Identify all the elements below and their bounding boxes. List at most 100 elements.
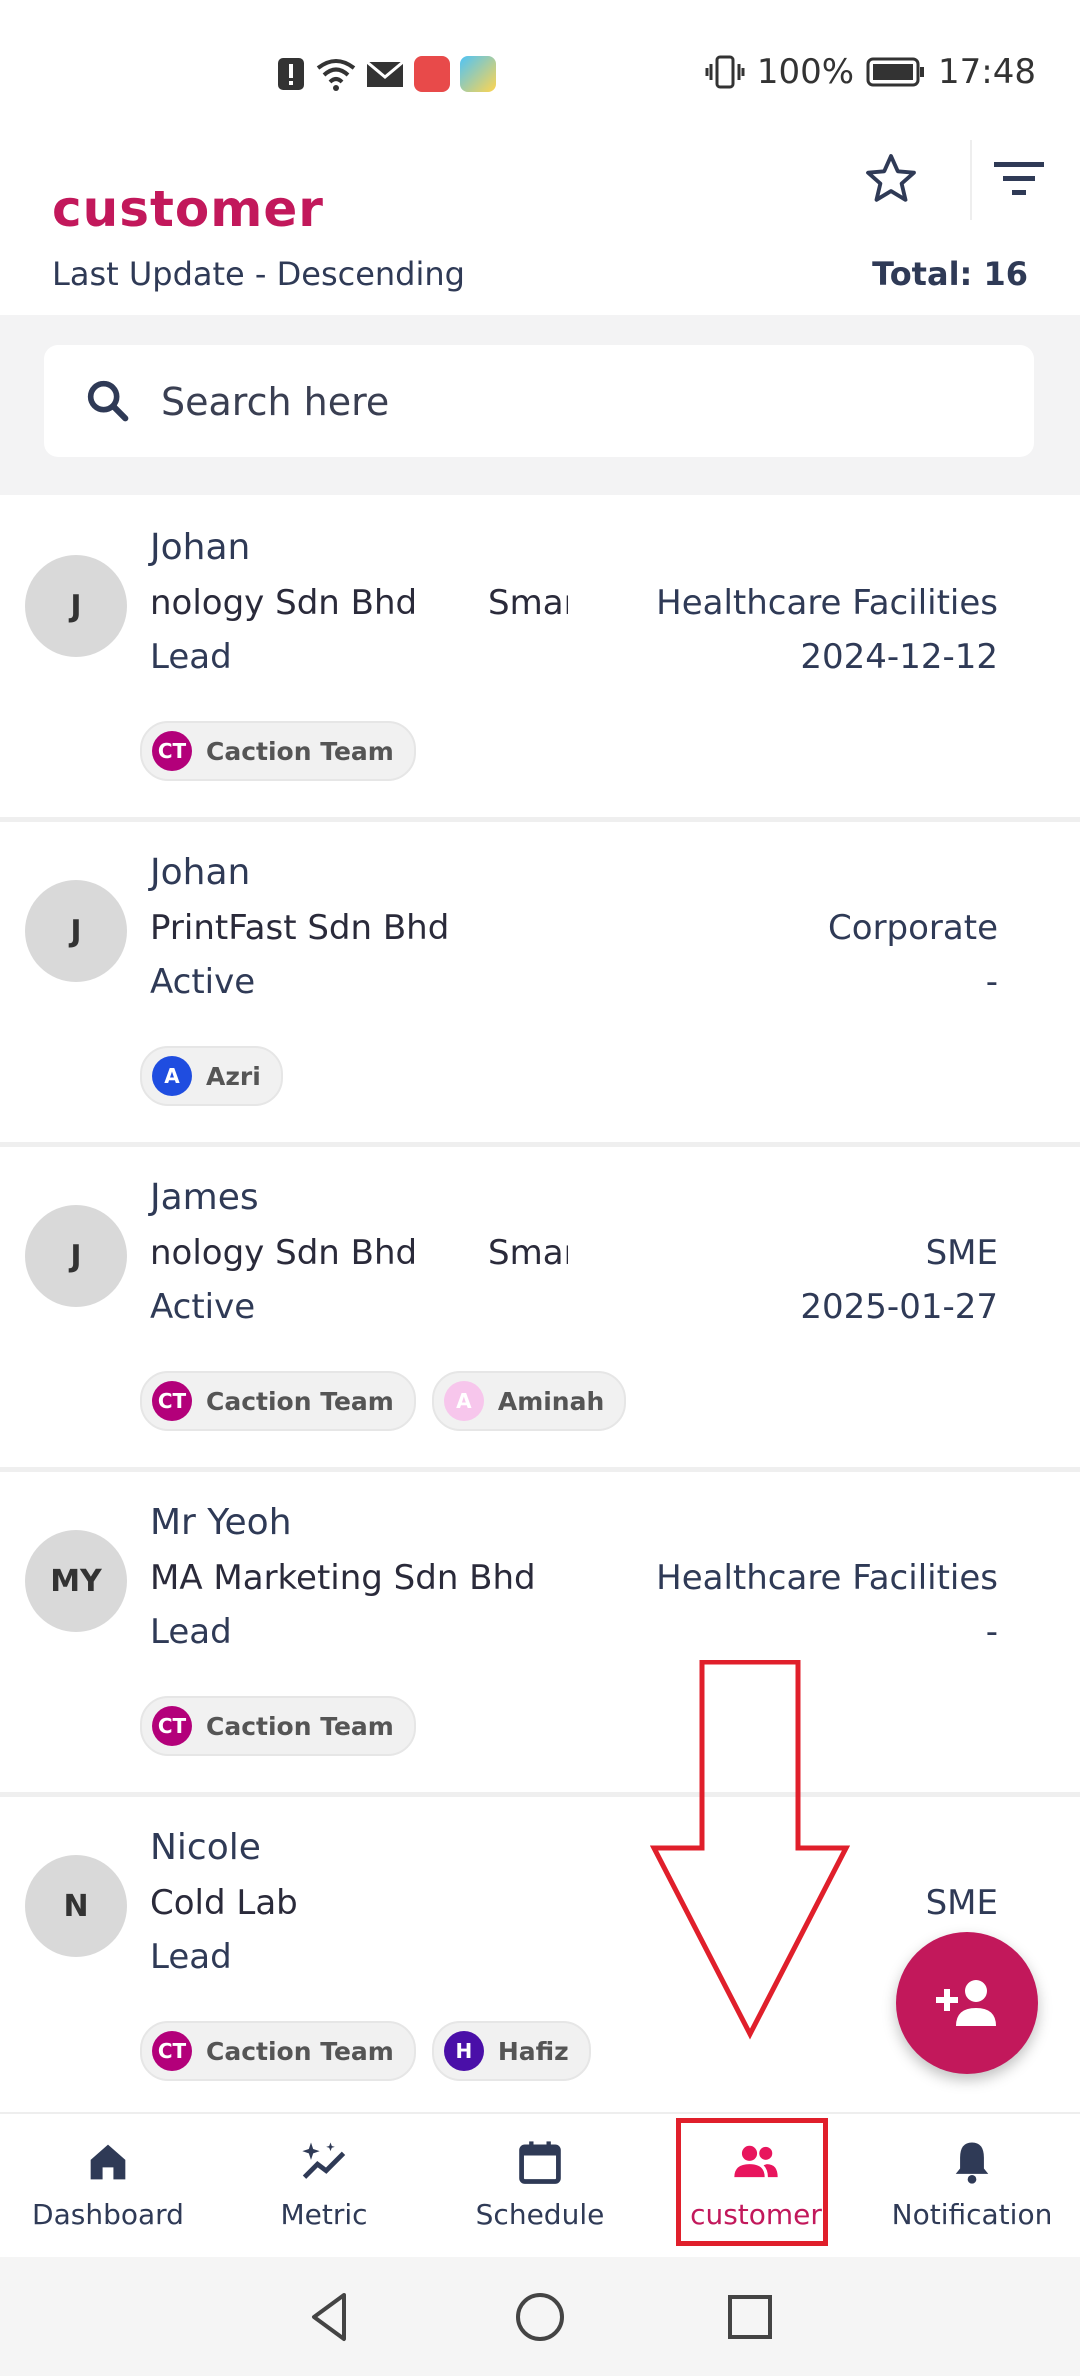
assignee-label: Caction Team — [206, 736, 394, 766]
assignee-chip: CT Caction Team — [140, 2021, 416, 2081]
assignee-avatar: CT — [152, 1706, 192, 1746]
home-circle-icon[interactable] — [510, 2287, 570, 2347]
nav-item-notification[interactable]: Notification — [864, 2114, 1080, 2259]
calendar-icon — [519, 2141, 561, 2184]
wifi-icon — [316, 59, 356, 91]
battery-icon — [866, 57, 925, 87]
recents-icon[interactable] — [720, 2287, 780, 2347]
customer-company-extra: Smaı — [488, 1233, 568, 1273]
customer-status: Active — [150, 1287, 256, 1327]
annotation-arrow — [650, 1660, 850, 2040]
nav-item-schedule[interactable]: Schedule — [432, 2114, 648, 2259]
customer-company: Cold Lab — [150, 1883, 298, 1923]
assignee-chips: CT Caction Team H Hafiz — [140, 2021, 591, 2081]
customer-status: Lead — [150, 637, 232, 677]
search-box[interactable] — [44, 345, 1034, 457]
customer-date: - — [985, 1612, 998, 1652]
back-icon[interactable] — [300, 2287, 360, 2347]
nav-label: Notification — [891, 2198, 1053, 2231]
nav-label: Dashboard — [32, 2198, 184, 2231]
customer-card[interactable]: MY Mr Yeoh MA Marketing Sdn Bhd Healthca… — [0, 1472, 1080, 1797]
assignee-label: Azri — [206, 1061, 261, 1091]
customer-status: Active — [150, 962, 256, 1002]
customer-industry: SME — [925, 1883, 998, 1923]
status-icons-right: 100% 17:48 — [705, 52, 1036, 92]
customer-industry: Healthcare Facilities — [656, 1558, 998, 1598]
bell-icon — [955, 2142, 989, 2184]
sort-label[interactable]: Last Update - Descending — [52, 255, 465, 293]
customer-status: Lead — [150, 1612, 232, 1652]
assignee-avatar: H — [443, 2031, 484, 2071]
customer-card[interactable]: J Johan nology Sdn Bhd Smaı Healthcare F… — [0, 497, 1080, 822]
customer-company-extra: Smaı — [488, 583, 568, 623]
add-person-icon — [936, 1980, 996, 2026]
header-divider — [970, 140, 972, 220]
sparkle-chart-icon — [302, 2142, 346, 2179]
search-icon — [87, 380, 129, 422]
assignee-label: Aminah — [497, 1386, 605, 1416]
mail-icon — [366, 60, 404, 87]
alert-icon — [278, 58, 304, 90]
customer-industry: Corporate — [828, 908, 998, 948]
customer-name: Nicole — [150, 1827, 261, 1868]
home-icon — [90, 2144, 126, 2180]
assignee-chip: A Aminah — [431, 1371, 627, 1431]
assignee-avatar: A — [443, 1381, 484, 1421]
system-navigation — [0, 2257, 1080, 2376]
customer-status: Lead — [150, 1937, 232, 1977]
add-customer-button[interactable] — [896, 1932, 1038, 2074]
nav-item-metric[interactable]: Metric — [216, 2114, 432, 2259]
nav-item-dashboard[interactable]: Dashboard — [0, 2114, 216, 2259]
star-icon — [866, 154, 916, 202]
assignee-avatar: A — [152, 1056, 192, 1096]
customer-industry: Healthcare Facilities — [656, 583, 998, 623]
status-bar: 100% 17:48 — [0, 0, 1080, 150]
customer-name: James — [150, 1177, 259, 1218]
customer-date: 2024-12-12 — [800, 637, 998, 677]
assignee-avatar: CT — [152, 1381, 192, 1421]
assignee-chip: A Azri — [140, 1046, 283, 1106]
customer-name: Johan — [150, 527, 251, 568]
assignee-chips: CT Caction Team A Aminah — [140, 1371, 627, 1431]
assignee-avatar: CT — [152, 731, 192, 771]
assignee-label: Caction Team — [206, 1386, 394, 1416]
avatar: J — [25, 1205, 127, 1307]
nav-label: Metric — [280, 2198, 368, 2231]
assignee-chips: A Azri — [140, 1046, 283, 1106]
favorite-button[interactable] — [862, 150, 920, 208]
page-title: customer — [52, 180, 324, 238]
customer-name: Johan — [150, 852, 251, 893]
customer-card[interactable]: J Johan PrintFast Sdn Bhd Corporate Acti… — [0, 822, 1080, 1147]
assignee-chip: CT Caction Team — [140, 1371, 416, 1431]
avatar: J — [25, 880, 127, 982]
customer-name: Mr Yeoh — [150, 1502, 292, 1543]
avatar: N — [25, 1855, 127, 1957]
total-count: Total: 16 — [872, 255, 1028, 293]
filter-icon — [994, 162, 1044, 195]
customer-industry: SME — [925, 1233, 998, 1273]
assignee-chips: CT Caction Team — [140, 721, 416, 781]
nav-label: Schedule — [475, 2198, 605, 2231]
assignee-chips: CT Caction Team — [140, 1696, 416, 1756]
filter-button[interactable] — [990, 150, 1050, 208]
clock: 17:48 — [938, 52, 1036, 92]
avatar: J — [25, 555, 127, 657]
search-section — [0, 315, 1080, 495]
assignee-chip: H Hafiz — [431, 2021, 591, 2081]
customer-company: PrintFast Sdn Bhd — [150, 908, 450, 948]
avatar: MY — [25, 1530, 127, 1632]
bottom-navigation: Dashboard Metric Schedule customer Notif… — [0, 2112, 1080, 2259]
customer-card[interactable]: J James nology Sdn Bhd Smaı SME Active 2… — [0, 1147, 1080, 1472]
battery-percent: 100% — [756, 52, 855, 92]
assignee-label: Caction Team — [206, 1711, 394, 1741]
status-icons-left — [276, 56, 496, 92]
vibrate-icon — [705, 55, 745, 89]
search-input[interactable] — [159, 365, 1003, 439]
assignee-avatar: CT — [152, 2031, 192, 2071]
assignee-label: Hafiz — [497, 2036, 569, 2066]
app-store-icon — [414, 56, 450, 92]
assignee-label: Caction Team — [206, 2036, 394, 2066]
annotation-highlight-box — [676, 2118, 828, 2246]
customer-list: J Johan nology Sdn Bhd Smaı Healthcare F… — [0, 497, 1080, 2122]
assignee-chip: CT Caction Team — [140, 1696, 416, 1756]
